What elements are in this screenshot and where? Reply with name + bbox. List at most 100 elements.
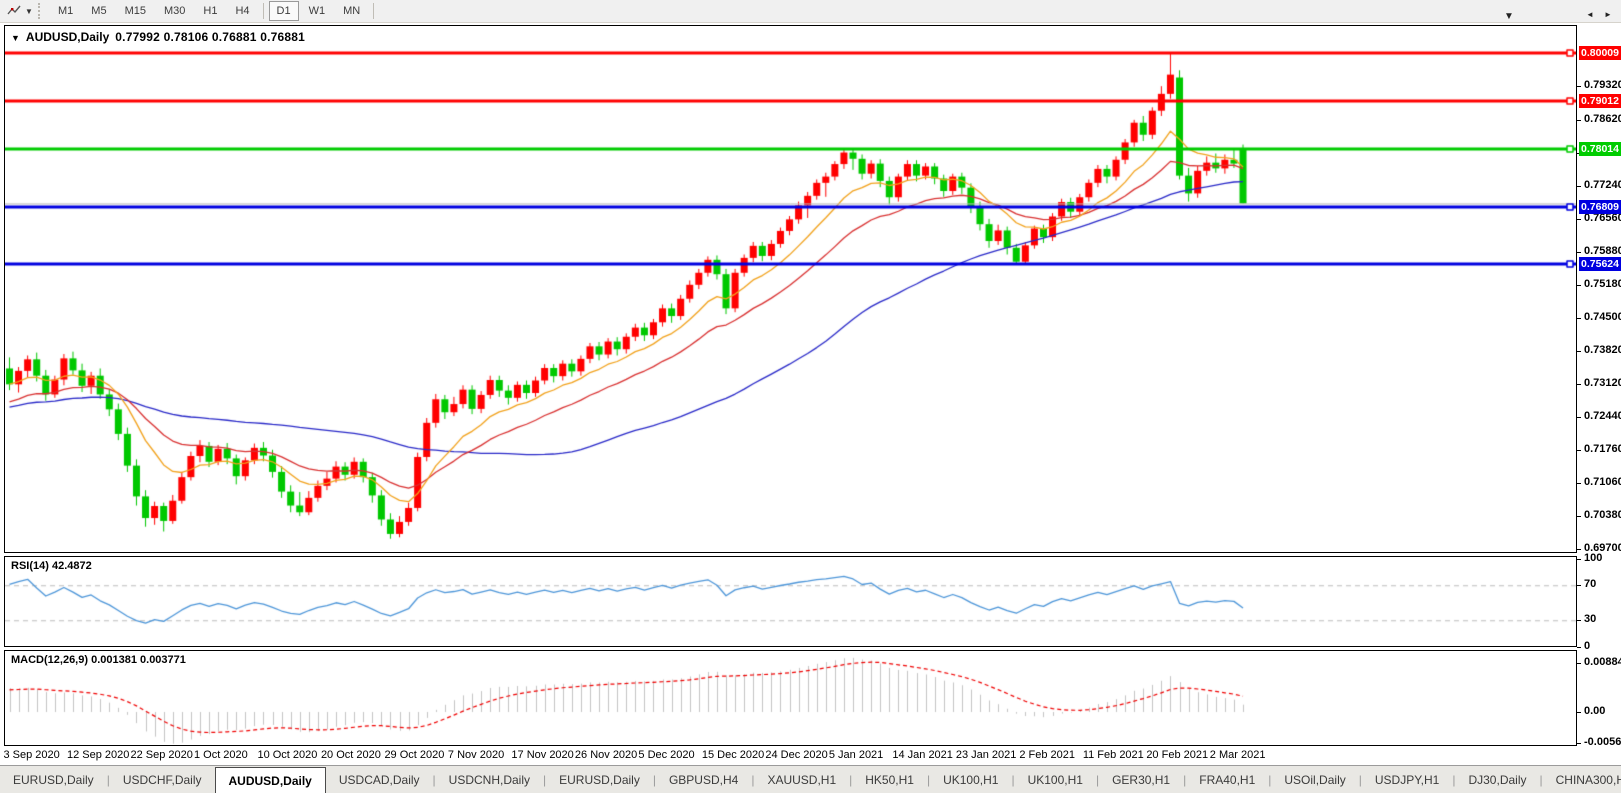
date-axis-label: 11 Feb 2021 <box>1083 749 1144 761</box>
date-axis-label: 17 Nov 2020 <box>511 749 573 761</box>
chart-tab-ger30-h1[interactable]: GER30,H1 <box>1099 766 1183 793</box>
price-tick-label: 0.79320 <box>1584 79 1621 91</box>
timeframe-button-MN[interactable]: MN <box>335 1 368 21</box>
chart-tab-bar: EURUSD,Daily|USDCHF,DailyAUDUSD,DailyUSD… <box>0 765 1621 793</box>
date-axis-label: 12 Sep 2020 <box>67 749 129 761</box>
chart-tab-uk100-h1[interactable]: UK100,H1 <box>1015 766 1096 793</box>
date-axis-label: 24 Dec 2020 <box>765 749 827 761</box>
rsi-tick-label: 70 <box>1584 578 1596 590</box>
price-tick-label: 0.78620 <box>1584 113 1621 125</box>
collapse-triangle-icon[interactable]: ▼ <box>11 33 20 43</box>
axis-tick-mark <box>1577 585 1581 586</box>
date-axis-label: 2 Feb 2021 <box>1019 749 1075 761</box>
timeframe-button-M30[interactable]: M30 <box>156 1 193 21</box>
chart-tab-usdcad-daily[interactable]: USDCAD,Daily <box>326 766 433 793</box>
axis-tick-mark <box>1577 351 1581 352</box>
toolbar-grip[interactable] <box>38 3 43 19</box>
axis-tick-mark <box>1577 483 1581 484</box>
hline-price-label: 0.76809 <box>1579 200 1621 214</box>
rsi-tick-label: 30 <box>1584 613 1596 625</box>
date-axis-label: 3 Sep 2020 <box>4 749 60 761</box>
price-tick-label: 0.71760 <box>1584 443 1621 455</box>
price-tick-label: 0.70380 <box>1584 509 1621 521</box>
timeframe-button-H1[interactable]: H1 <box>195 1 225 21</box>
timeframe-button-M5[interactable]: M5 <box>83 1 114 21</box>
date-axis-label: 14 Jan 2021 <box>892 749 953 761</box>
date-axis-label: 20 Oct 2020 <box>321 749 381 761</box>
rsi-tick-label: 0 <box>1584 640 1590 652</box>
axis-tick-mark <box>1577 318 1581 319</box>
timeframe-button-D1[interactable]: D1 <box>269 1 299 21</box>
top-toolbar: ▼ M1M5M15M30H1H4 D1W1MN <box>0 0 1621 23</box>
chart-tab-audusd-daily[interactable]: AUDUSD,Daily <box>215 767 326 793</box>
chart-tab-usdchf-daily[interactable]: USDCHF,Daily <box>110 766 215 793</box>
axis-tick-mark <box>1577 450 1581 451</box>
toolbar-separator <box>373 3 374 19</box>
axis-tick-mark <box>1577 384 1581 385</box>
macd-canvas[interactable] <box>5 651 1576 745</box>
date-axis-label: 23 Jan 2021 <box>956 749 1017 761</box>
rsi-indicator-pane: RSI(14) 42.4872 <box>4 556 1577 647</box>
axis-tick-mark <box>1577 559 1581 560</box>
hline-price-label: 0.79012 <box>1579 94 1621 108</box>
date-axis-label: 5 Dec 2020 <box>638 749 694 761</box>
tool-dropdown-caret-icon[interactable]: ▼ <box>24 7 34 16</box>
price-chart-canvas[interactable] <box>5 26 1576 552</box>
axis-tick-mark <box>1577 86 1581 87</box>
chart-tab-hk50-h1[interactable]: HK50,H1 <box>852 766 927 793</box>
chart-symbol-label: AUDUSD,Daily <box>26 30 109 44</box>
price-tick-label: 0.73120 <box>1584 377 1621 389</box>
hline-price-label: 0.78014 <box>1579 142 1621 156</box>
chart-tab-china300-h1[interactable]: CHINA300,H1 <box>1543 766 1621 793</box>
timeframe-button-W1[interactable]: W1 <box>301 1 334 21</box>
timeframe-button-group: M1M5M15M30H1H4 D1W1MN <box>49 1 369 21</box>
date-axis-label: 29 Oct 2020 <box>384 749 444 761</box>
chart-tab-dj30-daily[interactable]: DJ30,Daily <box>1455 766 1539 793</box>
chart-shift-marker-icon[interactable]: ▼ <box>1504 12 1514 22</box>
date-axis-label: 2 Mar 2021 <box>1210 749 1266 761</box>
axis-tick-mark <box>1577 516 1581 517</box>
axis-tick-mark <box>1577 219 1581 220</box>
line-tool-icon[interactable] <box>5 2 23 20</box>
chart-tab-eurusd-daily[interactable]: EURUSD,Daily <box>546 766 653 793</box>
price-tick-label: 0.72440 <box>1584 410 1621 422</box>
chart-tab-usoil-daily[interactable]: USOil,Daily <box>1271 766 1358 793</box>
hline-price-label: 0.80009 <box>1579 46 1621 60</box>
chart-tab-xauusd-h1[interactable]: XAUUSD,H1 <box>754 766 849 793</box>
tabs-scroll-right-icon[interactable]: ► <box>1604 0 1612 28</box>
chart-title: ▼ AUDUSD,Daily 0.77992 0.78106 0.76881 0.7… <box>11 30 305 44</box>
chart-tab-eurusd-daily[interactable]: EURUSD,Daily <box>0 766 107 793</box>
rsi-label: RSI(14) 42.4872 <box>11 560 92 572</box>
rsi-canvas[interactable] <box>5 557 1576 646</box>
date-axis-label: 20 Feb 2021 <box>1146 749 1208 761</box>
date-axis-label: 26 Nov 2020 <box>575 749 637 761</box>
timeframe-button-H4[interactable]: H4 <box>227 1 257 21</box>
chart-tab-usdjpy-h1[interactable]: USDJPY,H1 <box>1362 766 1452 793</box>
price-tick-label: 0.75880 <box>1584 245 1621 257</box>
chart-ohlc-values: 0.77992 0.78106 0.76881 0.76881 <box>115 30 305 44</box>
price-tick-label: 0.77240 <box>1584 179 1621 191</box>
axis-tick-mark <box>1577 120 1581 121</box>
axis-tick-mark <box>1577 620 1581 621</box>
price-tick-label: 0.74500 <box>1584 311 1621 323</box>
date-axis-label: 15 Dec 2020 <box>702 749 764 761</box>
tabs-scroll-left-icon[interactable]: ◄ <box>1586 0 1594 28</box>
chart-tab-fra40-h1[interactable]: FRA40,H1 <box>1186 766 1268 793</box>
price-tick-label: 0.75180 <box>1584 278 1621 290</box>
axis-tick-mark <box>1577 417 1581 418</box>
date-axis-label: 7 Nov 2020 <box>448 749 504 761</box>
macd-label: MACD(12,26,9) 0.001381 0.003771 <box>11 654 186 666</box>
axis-tick-mark <box>1577 647 1581 648</box>
timeframe-button-M15[interactable]: M15 <box>117 1 154 21</box>
axis-tick-mark <box>1577 743 1581 744</box>
chart-tab-uk100-h1[interactable]: UK100,H1 <box>930 766 1011 793</box>
chart-tab-usdcnh-daily[interactable]: USDCNH,Daily <box>436 766 543 793</box>
price-tick-label: 0.71060 <box>1584 476 1621 488</box>
macd-tick-label: -0.00565 <box>1584 736 1621 748</box>
rsi-tick-label: 100 <box>1584 552 1602 564</box>
macd-tick-label: 0.00 <box>1584 705 1605 717</box>
macd-tick-label: 0.00884 <box>1584 656 1621 668</box>
chart-tab-gbpusd-h4[interactable]: GBPUSD,H4 <box>656 766 751 793</box>
axis-tick-mark <box>1577 285 1581 286</box>
timeframe-button-M1[interactable]: M1 <box>50 1 81 21</box>
